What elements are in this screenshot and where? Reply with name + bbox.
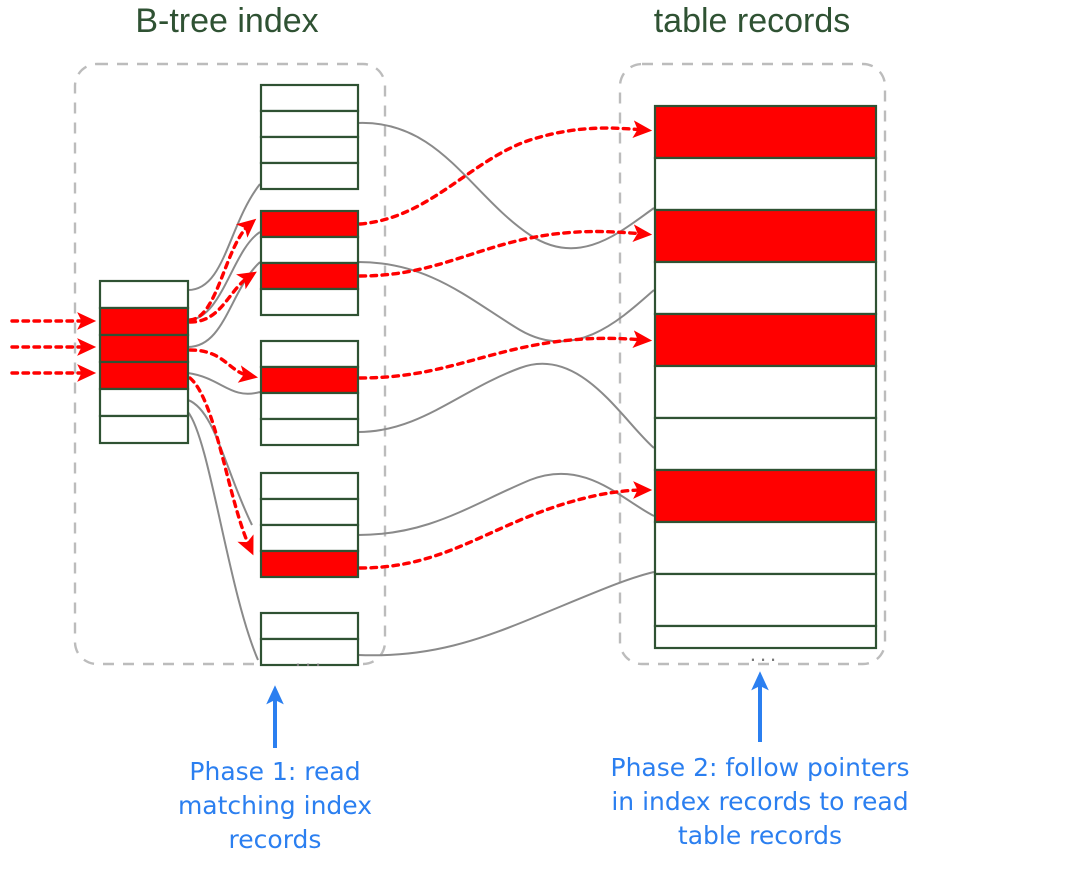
leaf2-cell-3[interactable]: [259, 261, 360, 291]
phase2-caption: Phase 2: follow pointers in index record…: [611, 753, 910, 850]
table-panel-title: table records: [654, 2, 851, 40]
leaf2-cell-2[interactable]: [259, 235, 360, 265]
leaf5-cell-1[interactable]: [259, 611, 360, 641]
root-cell-3[interactable]: [98, 333, 190, 364]
table-row-1[interactable]: [653, 104, 878, 160]
leaf4-cell-3[interactable]: [259, 523, 360, 553]
leaf1-cell-2[interactable]: [259, 109, 360, 139]
leaf4-cell-4[interactable]: [259, 549, 360, 579]
leaf-to-table-curves: [357, 121, 655, 657]
leaf-node-4[interactable]: [259, 471, 360, 579]
btree-index-lookup-diagram: B-tree index table records ... ... Phase…: [10, 2, 910, 854]
leaf1-cell-3[interactable]: [259, 135, 360, 165]
leaf3-cell-2[interactable]: [259, 365, 360, 395]
table-row-2[interactable]: [653, 156, 878, 212]
table-row-8[interactable]: [653, 468, 878, 524]
leaf-node-3[interactable]: [259, 339, 360, 447]
table-row-3[interactable]: [653, 208, 878, 264]
leaf4-cell-2[interactable]: [259, 497, 360, 527]
phase2-caption-line3: table records: [678, 821, 842, 850]
leaf-node-1[interactable]: [259, 83, 360, 191]
table-row-6[interactable]: [653, 364, 878, 420]
root-cell-2[interactable]: [98, 306, 190, 337]
phase2-caption-line1: Phase 2: follow pointers: [611, 753, 910, 782]
root-cell-1[interactable]: [98, 279, 190, 310]
leaf2-cell-1[interactable]: [259, 209, 360, 239]
phase1-caption-line1: Phase 1: read: [189, 757, 360, 786]
root-cell-4[interactable]: [98, 360, 190, 391]
table-row-10[interactable]: [653, 572, 878, 628]
index-ellipsis: ...: [295, 646, 325, 671]
root-cell-5[interactable]: [98, 387, 190, 418]
table-row-9[interactable]: [653, 520, 878, 576]
diagram-canvas: B-tree index table records ... ... Phase…: [0, 0, 1082, 893]
phase1-caption: Phase 1: read matching index records: [178, 757, 372, 854]
leaf4-cell-1[interactable]: [259, 471, 360, 501]
phase1-caption-line2: matching index: [178, 791, 372, 820]
leaf-to-table-arrows: [358, 120, 653, 570]
leaf2-cell-4[interactable]: [259, 287, 360, 317]
query-entry-arrows: [10, 312, 97, 382]
leaf1-cell-1[interactable]: [259, 83, 360, 113]
leaf1-cell-4[interactable]: [259, 161, 360, 191]
phase1-caption-line3: records: [229, 825, 322, 854]
leaf3-cell-3[interactable]: [259, 391, 360, 421]
table-row-5[interactable]: [653, 312, 878, 368]
table-records-block[interactable]: [653, 104, 878, 650]
root-cell-6[interactable]: [98, 414, 190, 445]
btree-link-curves: [187, 183, 261, 661]
phase2-caption-line2: in index records to read: [611, 787, 908, 816]
leaf-node-2[interactable]: [259, 209, 360, 317]
root-node[interactable]: [98, 279, 190, 445]
leaf3-cell-1[interactable]: [259, 339, 360, 369]
table-row-7[interactable]: [653, 416, 878, 472]
leaf3-cell-4[interactable]: [259, 417, 360, 447]
table-ellipsis: ...: [750, 641, 780, 666]
table-row-4[interactable]: [653, 260, 878, 316]
index-panel-title: B-tree index: [135, 2, 318, 40]
